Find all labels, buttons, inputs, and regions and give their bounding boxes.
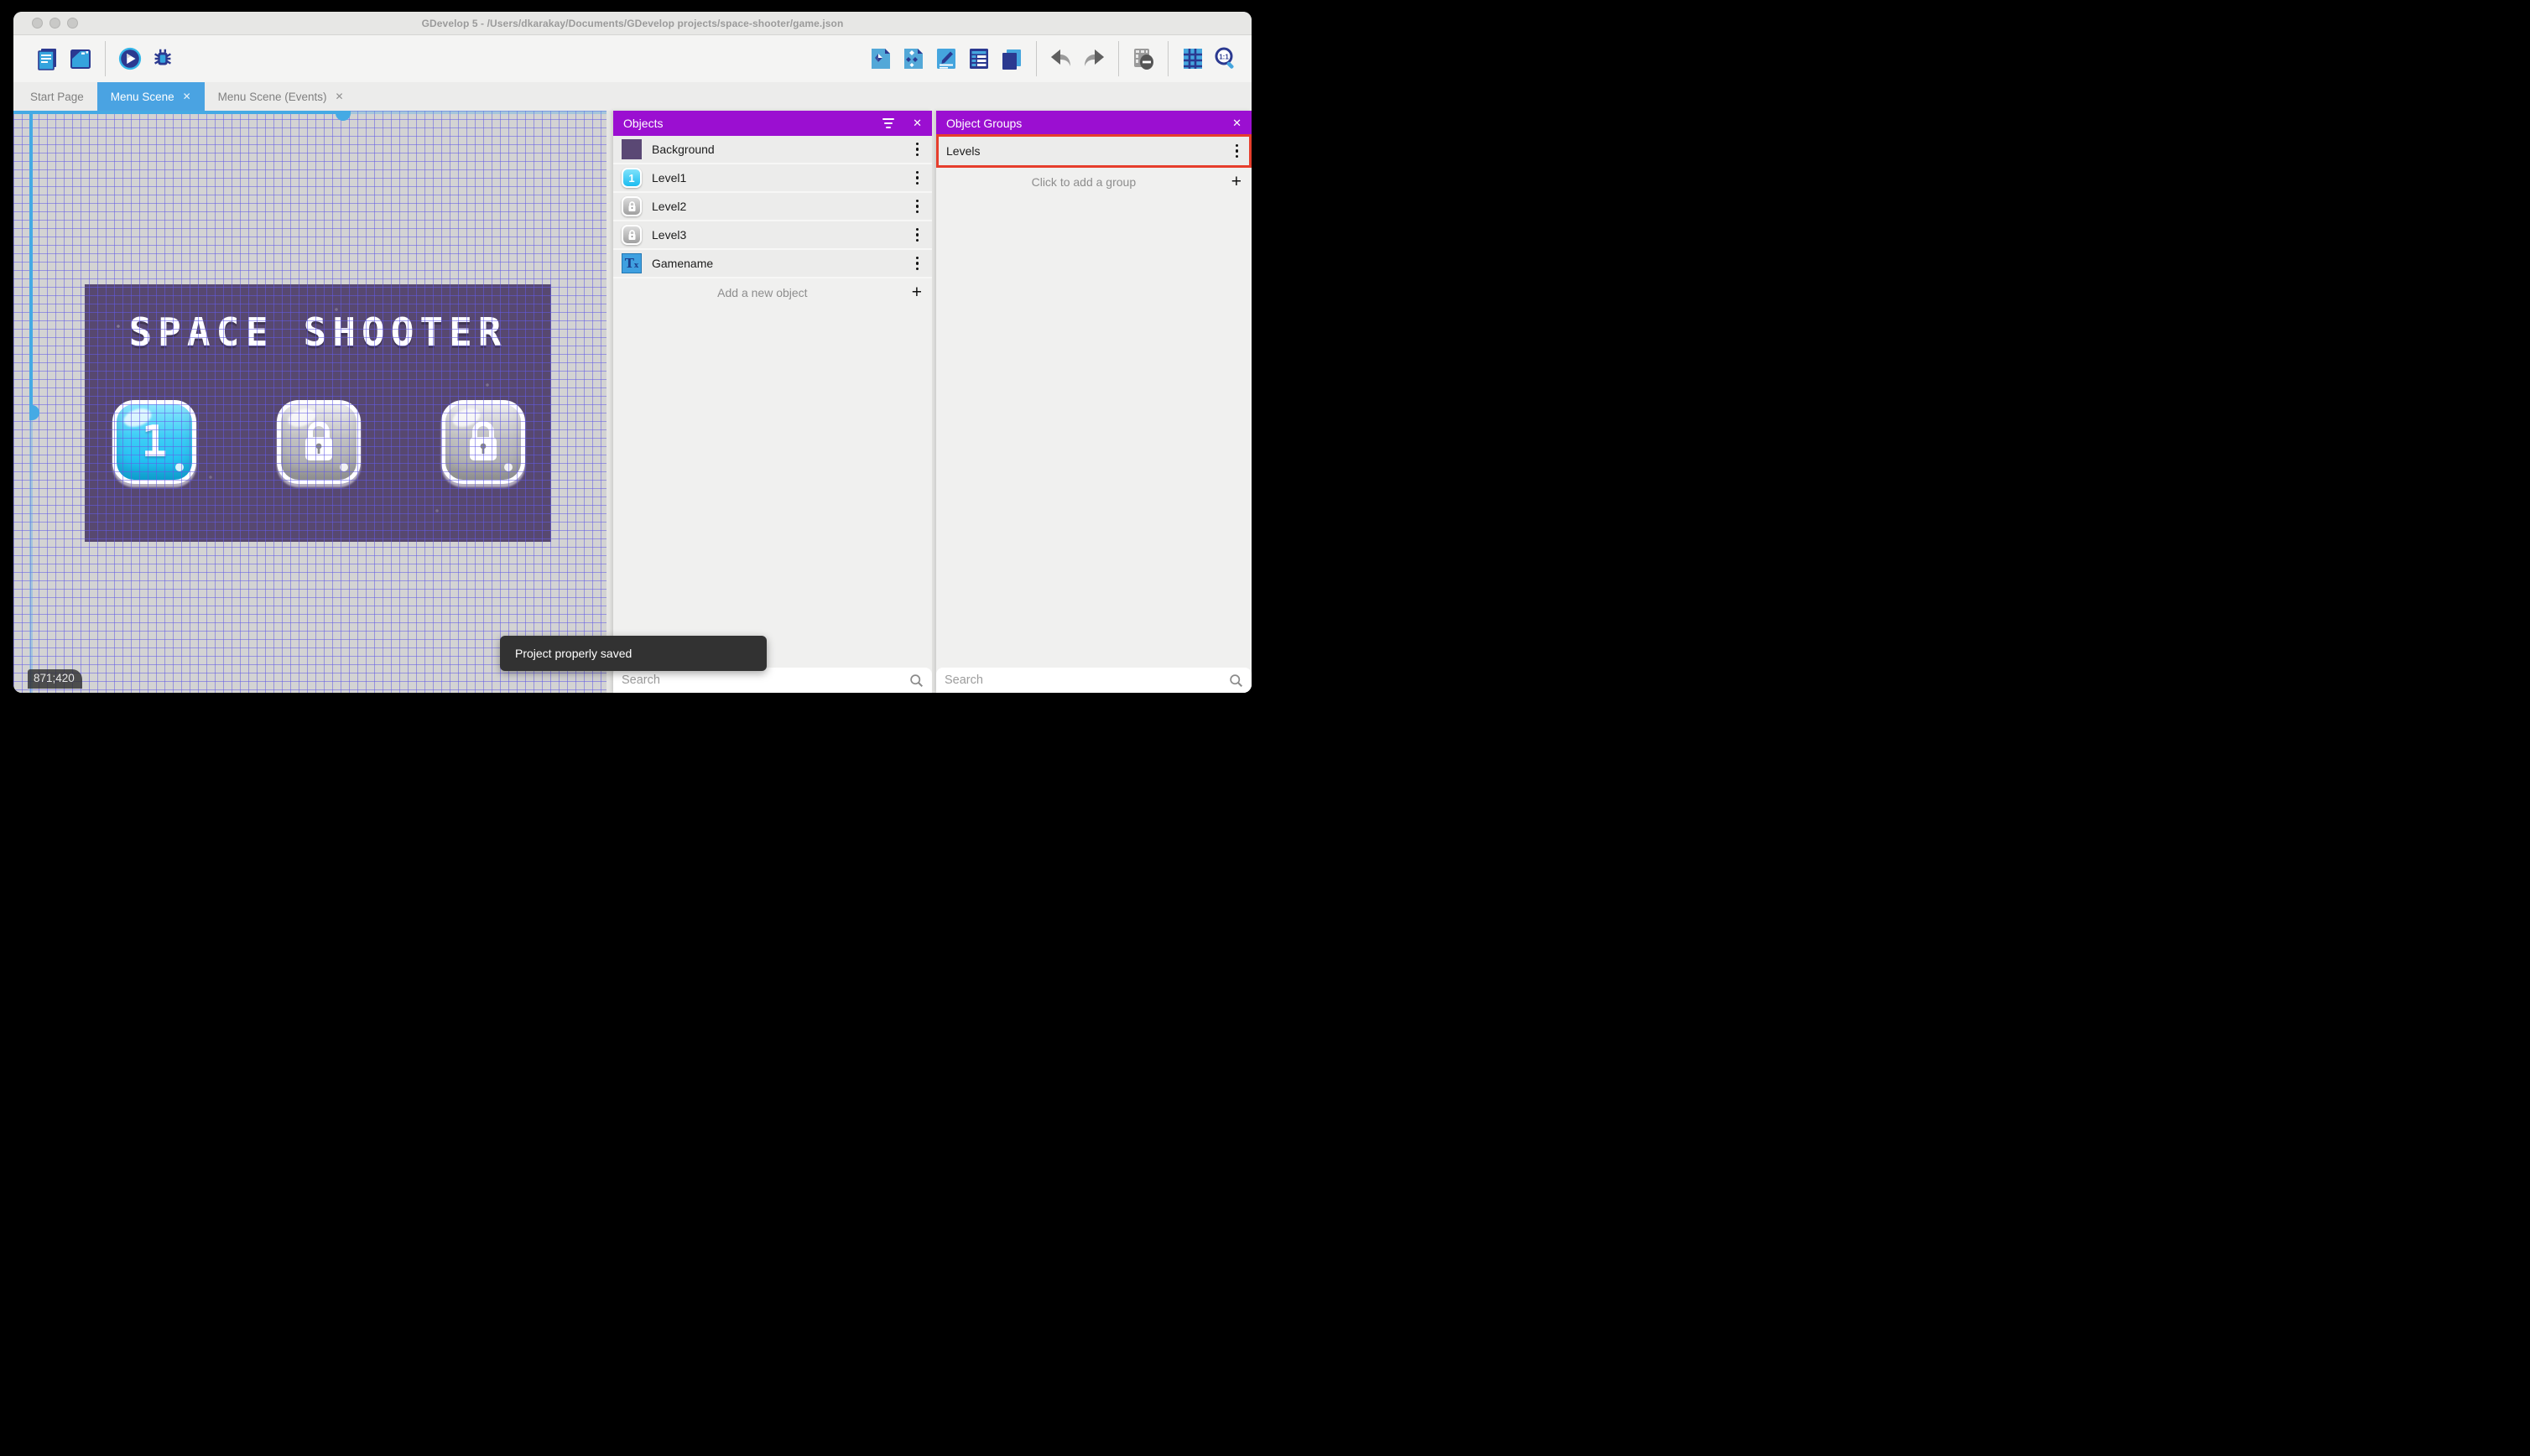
tab-start-page[interactable]: Start Page <box>17 82 97 111</box>
kebab-menu-icon[interactable] <box>911 139 924 160</box>
undo-icon[interactable] <box>1049 46 1074 71</box>
tab-label: Menu Scene <box>111 91 174 103</box>
toast-message: Project properly saved <box>515 647 632 660</box>
main-toolbar: 1:1 <box>13 35 1252 82</box>
object-groups-icon[interactable] <box>901 46 926 71</box>
level2-button[interactable] <box>277 400 361 484</box>
object-groups-panel-header: Object Groups ✕ <box>936 111 1252 136</box>
level1-button[interactable]: 1 <box>112 400 196 484</box>
redo-icon[interactable] <box>1081 46 1106 71</box>
add-object-row[interactable]: Add a new object + <box>613 278 932 307</box>
window-title: GDevelop 5 - /Users/dkarakay/Documents/G… <box>422 18 844 29</box>
minimize-window-button[interactable] <box>49 18 60 29</box>
plus-icon[interactable]: + <box>1231 172 1242 192</box>
tab-close-icon[interactable]: ✕ <box>335 91 343 102</box>
gdevelop-window: GDevelop 5 - /Users/dkarakay/Documents/G… <box>13 12 1252 693</box>
scene-window-icon[interactable] <box>68 46 93 71</box>
object-row-background[interactable]: Background <box>613 136 932 164</box>
filter-icon[interactable] <box>882 118 894 128</box>
lock-icon <box>465 420 502 464</box>
purple-square-thumb <box>622 139 642 159</box>
kebab-menu-icon[interactable] <box>911 225 924 246</box>
scene-title-text[interactable]: SPACE SHOOTER <box>85 309 551 355</box>
add-object-label: Add a new object <box>613 286 912 299</box>
debugger-bug-icon[interactable] <box>150 46 175 71</box>
objects-search-input[interactable] <box>622 673 909 687</box>
kebab-menu-icon[interactable] <box>1231 141 1244 162</box>
tab-label: Start Page <box>30 91 84 103</box>
plus-icon[interactable]: + <box>912 283 922 303</box>
level3-button[interactable] <box>441 400 525 484</box>
search-icon <box>909 673 924 688</box>
canvas-horizontal-scrollbar[interactable] <box>13 111 606 114</box>
svg-text:1:1: 1:1 <box>1219 54 1229 61</box>
mask-toggle-icon[interactable] <box>1131 46 1156 71</box>
traffic-lights[interactable] <box>32 18 78 29</box>
object-row-level3[interactable]: Level3 <box>613 221 932 250</box>
grid-icon[interactable] <box>1180 46 1205 71</box>
canvas-vertical-scrollbar[interactable] <box>29 111 33 693</box>
close-icon[interactable]: ✕ <box>913 117 922 130</box>
add-object-icon[interactable] <box>868 46 893 71</box>
cursor-coordinates: 871;420 <box>28 669 82 689</box>
kebab-menu-icon[interactable] <box>911 253 924 274</box>
objects-panel-header: Objects ✕ <box>613 111 932 136</box>
vscrollbar-handle[interactable] <box>29 405 39 420</box>
objects-panel-title: Objects <box>623 117 882 130</box>
lock-icon <box>300 420 337 464</box>
add-group-row[interactable]: Click to add a group + <box>936 168 1252 196</box>
object-row-level1[interactable]: 1 Level1 <box>613 164 932 193</box>
toolbar-separator <box>1118 41 1119 76</box>
object-row-gamename[interactable]: Tx Gamename <box>613 250 932 278</box>
scene-canvas[interactable]: SPACE SHOOTER 1 871;420 <box>13 111 606 693</box>
objects-panel: Objects ✕ Background 1 Level1 Level2 <box>613 111 932 693</box>
kebab-menu-icon[interactable] <box>911 196 924 217</box>
object-label: Level3 <box>652 228 911 242</box>
zoom-1-1-icon[interactable]: 1:1 <box>1213 46 1238 71</box>
groups-search-bar[interactable] <box>936 668 1252 693</box>
object-row-level2[interactable]: Level2 <box>613 193 932 221</box>
kebab-menu-icon[interactable] <box>911 168 924 189</box>
gray-lock-thumb <box>622 196 642 216</box>
object-label: Background <box>652 143 911 156</box>
play-icon[interactable] <box>117 46 143 71</box>
scene-background-instance[interactable]: SPACE SHOOTER 1 <box>85 284 551 542</box>
object-groups-panel: Object Groups ✕ Levels Click to add a gr… <box>936 111 1252 693</box>
zoom-window-button[interactable] <box>67 18 78 29</box>
save-toast: Project properly saved <box>500 636 767 671</box>
editor-content: SPACE SHOOTER 1 871;420 <box>13 111 1252 693</box>
toolbar-separator <box>105 41 106 76</box>
tab-menu-scene[interactable]: Menu Scene ✕ <box>97 82 205 111</box>
titlebar: GDevelop 5 - /Users/dkarakay/Documents/G… <box>13 12 1252 35</box>
object-label: Level2 <box>652 200 911 213</box>
cyan-button-thumb: 1 <box>622 168 642 188</box>
object-label: Gamename <box>652 257 911 270</box>
instances-list-icon[interactable] <box>966 46 992 71</box>
tab-menu-scene-events[interactable]: Menu Scene (Events) ✕ <box>205 82 357 111</box>
group-label: Levels <box>946 144 1231 158</box>
project-manager-icon[interactable] <box>35 46 60 71</box>
close-window-button[interactable] <box>32 18 43 29</box>
tab-close-icon[interactable]: ✕ <box>183 91 191 102</box>
groups-search-input[interactable] <box>945 673 1229 687</box>
close-icon[interactable]: ✕ <box>1232 117 1242 130</box>
toolbar-separator <box>1168 41 1169 76</box>
object-label: Level1 <box>652 171 911 185</box>
toolbar-separator <box>1036 41 1037 76</box>
text-object-thumb: Tx <box>622 253 642 273</box>
add-group-label: Click to add a group <box>936 175 1231 189</box>
layers-icon[interactable] <box>999 46 1024 71</box>
group-row-levels[interactable]: Levels <box>936 136 1252 168</box>
objects-search-bar[interactable] <box>613 668 932 693</box>
hscrollbar-handle[interactable] <box>336 111 351 121</box>
level1-number: 1 <box>141 417 167 467</box>
editor-tabbar: Start Page Menu Scene ✕ Menu Scene (Even… <box>13 82 1252 111</box>
object-groups-panel-title: Object Groups <box>946 117 1232 130</box>
search-icon <box>1229 673 1243 688</box>
edit-scene-properties-icon[interactable] <box>934 46 959 71</box>
gray-lock-thumb <box>622 225 642 245</box>
tab-label: Menu Scene (Events) <box>218 91 327 103</box>
